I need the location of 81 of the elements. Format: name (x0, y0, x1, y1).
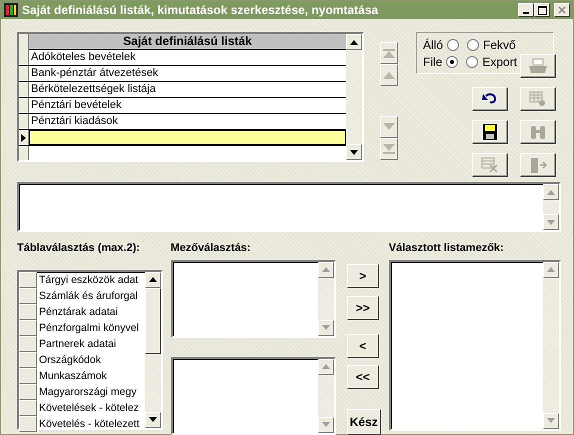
table-name[interactable]: Pénzforgalmi könyvel (37, 320, 144, 336)
checkbox[interactable] (19, 416, 37, 432)
selected-fields-list[interactable] (388, 260, 561, 430)
up-arrow-icon (148, 277, 156, 282)
grid-row[interactable]: Adóköteles bevételek (29, 50, 346, 65)
down-arrow-icon (547, 418, 555, 423)
up-arrow-icon (547, 267, 555, 272)
table-name[interactable]: Munkaszámok (37, 368, 144, 384)
down-arrow-icon (322, 422, 330, 427)
grid-row[interactable]: Bank-pénztár átvezetések (29, 66, 346, 81)
table-selection-label: Táblaválasztás (max.2): (17, 241, 141, 256)
memo-field[interactable] (17, 182, 561, 232)
table-name[interactable]: Országkódok (37, 352, 144, 368)
radio-label: File (423, 54, 442, 70)
grid-row[interactable]: Bérkötelezettségek listája (29, 82, 346, 97)
table-name[interactable]: Pénztárak adatai (37, 304, 144, 320)
down-arrow-icon (148, 417, 156, 422)
up-arrow-icon (322, 267, 330, 272)
row-selector[interactable] (19, 130, 29, 145)
up-arrow-icon (350, 40, 358, 44)
checkbox[interactable] (19, 368, 37, 384)
down-arrow-icon (350, 150, 358, 154)
move-button[interactable]: < (346, 334, 379, 358)
maximize-button[interactable] (534, 3, 550, 17)
table-name[interactable]: Követelés - kötelezett (37, 416, 144, 432)
up-arrow-icon (322, 364, 330, 369)
radio-button[interactable] (447, 38, 460, 50)
app-icon (4, 3, 18, 17)
radio-button[interactable] (446, 56, 458, 68)
scrollbar[interactable] (318, 262, 334, 336)
radio-button[interactable] (467, 38, 480, 50)
table-name[interactable]: Partnerek adatai (37, 336, 144, 352)
table-name[interactable]: Számlák és áruforgal (37, 288, 144, 304)
new-record-row[interactable] (29, 130, 346, 145)
move-button[interactable]: << (346, 365, 379, 389)
close-button[interactable] (554, 3, 570, 17)
down-arrow-icon (382, 122, 396, 132)
checkbox[interactable] (19, 336, 37, 352)
checkbox[interactable] (19, 320, 37, 336)
scrollbar[interactable] (318, 358, 334, 432)
scrollbar[interactable] (543, 262, 559, 428)
checkbox[interactable] (19, 384, 37, 400)
checkbox[interactable] (19, 352, 37, 368)
column-header: Saját definiálású listák (29, 34, 346, 50)
checkbox[interactable] (19, 400, 37, 416)
grid-row[interactable]: Pénztári kiadások (29, 114, 346, 129)
table-name[interactable]: Magyarországi megy (37, 384, 144, 400)
scrollbar[interactable] (144, 272, 160, 428)
radio-label: Álló (423, 36, 444, 54)
checkbox[interactable] (19, 304, 37, 320)
printer-icon (527, 57, 549, 75)
field-list[interactable] (170, 260, 336, 338)
radio-label: Export (482, 54, 518, 70)
radio-label: Fekvő (483, 36, 516, 54)
selected-fields-label: Választott listamezők: (388, 241, 505, 256)
down-arrow-icon (322, 325, 330, 330)
table-name[interactable]: Követelések - kötelez (37, 400, 144, 416)
scrollbar[interactable] (543, 184, 559, 230)
save-button[interactable] (472, 120, 508, 144)
maximize-icon (538, 6, 546, 14)
scrollbar[interactable] (346, 34, 362, 160)
minimize-button[interactable] (518, 3, 534, 17)
checkbox[interactable] (19, 272, 37, 288)
up-arrow-icon (382, 70, 396, 80)
up-arrow-icon (547, 190, 555, 194)
move-button[interactable]: >> (346, 296, 379, 320)
field-selection-label: Mezőválasztás: (170, 241, 252, 256)
move-button[interactable]: > (346, 264, 379, 288)
first-arrow-icon (382, 48, 396, 58)
field-list[interactable] (170, 356, 336, 434)
close-icon (558, 6, 566, 14)
done-button[interactable]: Kész (346, 409, 381, 435)
grid-row[interactable]: Pénztári bevételek (29, 98, 346, 113)
undo-button[interactable] (472, 87, 508, 111)
last-arrow-icon (382, 144, 396, 154)
record-pointer-icon (21, 134, 26, 142)
down-arrow-icon (547, 220, 555, 224)
table-name[interactable]: Tárgyi eszközök adat (37, 272, 144, 288)
checkbox[interactable] (19, 288, 37, 304)
window-title: Saját definiálású listák, kimutatások szerkesztése, nyomtatása (22, 2, 380, 19)
radio-button[interactable] (466, 56, 478, 68)
